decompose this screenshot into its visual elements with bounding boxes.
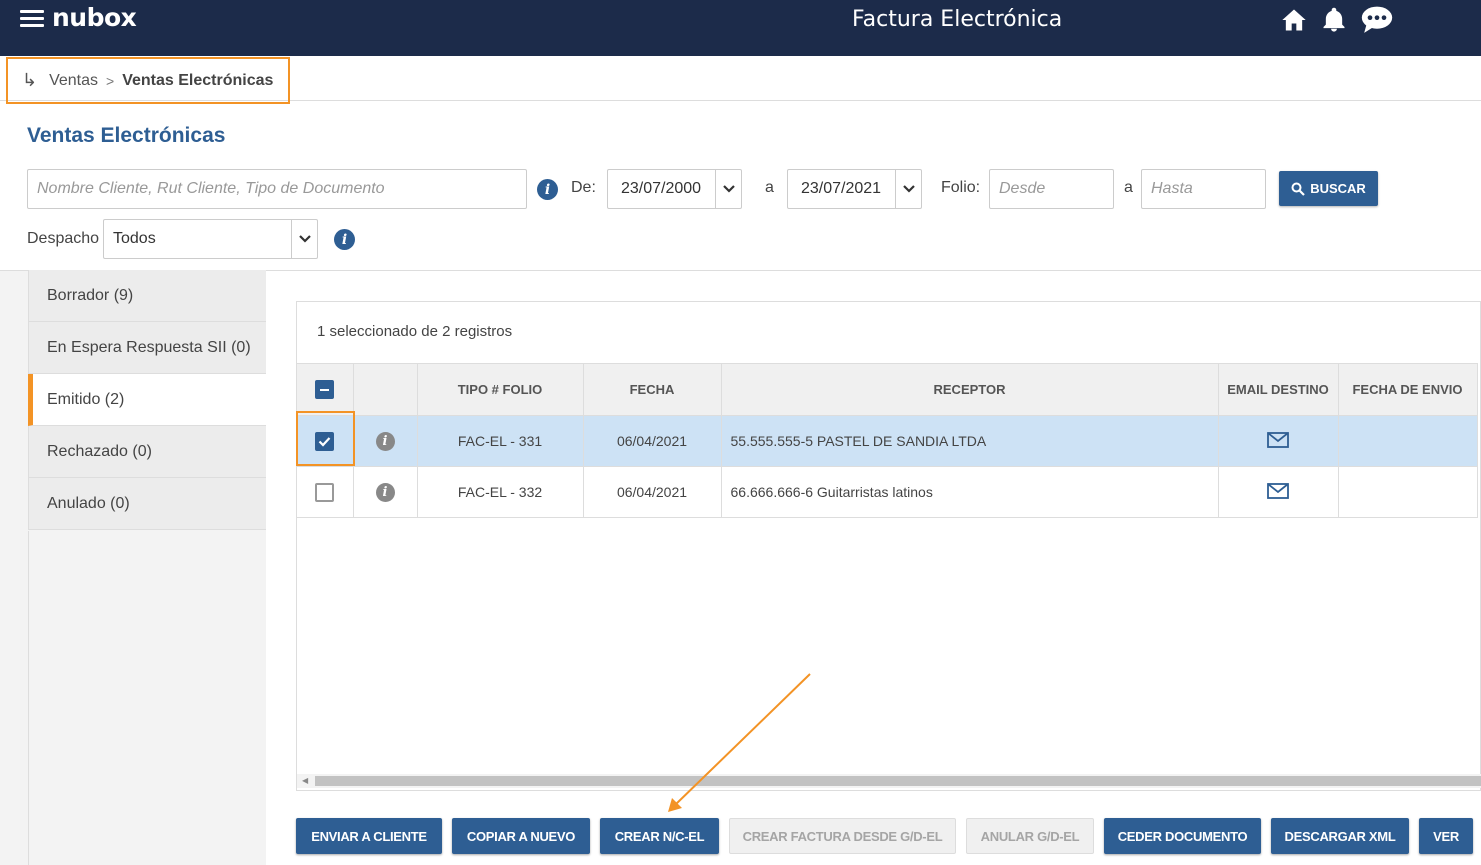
date-to-value: 23/07/2021	[801, 180, 882, 197]
horizontal-scrollbar[interactable]: ◀	[297, 774, 1481, 788]
row-checkbox-cell	[297, 466, 354, 518]
table-row[interactable]: i FAC-EL - 332 06/04/2021 66.666.666-6 G…	[297, 466, 1478, 518]
sidebar-item-borrador[interactable]: Borrador (9)	[28, 270, 266, 322]
sidebar-item-rechazado[interactable]: Rechazado (0)	[28, 426, 266, 478]
row-receptor: 66.666.666-6 Guitarristas latinos	[721, 466, 1219, 518]
breadcrumb: ↳ Ventas > Ventas Electrónicas	[6, 57, 290, 104]
app-title: Factura Electrónica	[852, 7, 1063, 32]
info-column-header	[353, 363, 418, 416]
chevron-down-icon[interactable]	[291, 220, 317, 258]
sidebar-background	[28, 531, 266, 865]
search-button-label: BUSCAR	[1310, 181, 1366, 196]
info-icon[interactable]: i	[537, 179, 558, 200]
info-icon[interactable]: i	[375, 482, 395, 502]
brand-logo[interactable]: nubox	[52, 3, 137, 32]
date-to-label: a	[765, 179, 774, 196]
select-all-checkbox[interactable]	[315, 380, 335, 399]
chat-icon[interactable]	[1360, 6, 1393, 34]
send-to-client-button[interactable]: ENVIAR A CLIENTE	[296, 818, 442, 854]
info-icon[interactable]: i	[334, 229, 355, 250]
breadcrumb-parent[interactable]: Ventas	[49, 72, 98, 90]
row-email-cell	[1218, 466, 1339, 518]
hamburger-menu-icon[interactable]	[20, 10, 44, 28]
row-email-cell	[1218, 415, 1339, 467]
top-bar: nubox Factura Electrónica	[0, 0, 1481, 56]
date-from-label: De:	[571, 179, 596, 196]
view-button[interactable]: VER	[1419, 818, 1473, 854]
column-header-email[interactable]: EMAIL DESTINO	[1218, 363, 1339, 416]
download-xml-button[interactable]: DESCARGAR XML	[1271, 818, 1409, 854]
return-arrow-icon: ↳	[22, 70, 38, 90]
row-folio: FAC-EL - 331	[417, 415, 584, 467]
assign-document-button[interactable]: CEDER DOCUMENTO	[1104, 818, 1261, 854]
annotation-arrow	[668, 673, 811, 812]
despacho-value: Todos	[113, 230, 156, 247]
date-from-picker[interactable]: 23/07/2000	[607, 169, 742, 209]
row-fecha: 06/04/2021	[583, 466, 722, 518]
sidebar-item-emitido[interactable]: Emitido (2)	[28, 374, 266, 426]
chevron-down-icon[interactable]	[715, 170, 741, 208]
status-sidebar: Borrador (9) En Espera Respuesta SII (0)…	[28, 270, 266, 530]
row-fecha-envio	[1338, 466, 1478, 518]
info-icon[interactable]: i	[375, 431, 395, 451]
row-info-cell: i	[353, 466, 418, 518]
breadcrumb-separator: >	[106, 72, 115, 89]
date-from-value: 23/07/2000	[621, 180, 702, 197]
page-title: Ventas Electrónicas	[27, 124, 226, 147]
column-header-fecha-envio[interactable]: FECHA DE ENVIO	[1338, 363, 1478, 416]
column-header-fecha[interactable]: FECHA	[583, 363, 722, 416]
void-gd-button[interactable]: ANULAR G/D-EL	[966, 818, 1094, 854]
folio-label: Folio:	[941, 179, 981, 196]
checkbox-highlight	[296, 411, 355, 466]
row-fecha: 06/04/2021	[583, 415, 722, 467]
chevron-down-icon[interactable]	[895, 170, 921, 208]
search-icon	[1291, 182, 1305, 196]
column-header-folio[interactable]: TIPO # FOLIO	[417, 363, 584, 416]
mail-icon[interactable]	[1267, 431, 1289, 448]
home-icon[interactable]	[1280, 6, 1308, 34]
sidebar-item-en-espera[interactable]: En Espera Respuesta SII (0)	[28, 322, 266, 374]
despacho-select[interactable]: Todos	[103, 219, 318, 259]
despacho-label: Despacho	[27, 230, 100, 247]
mail-icon[interactable]	[1267, 482, 1289, 499]
scrollbar-thumb[interactable]	[315, 776, 1481, 786]
search-input[interactable]: Nombre Cliente, Rut Cliente, Tipo de Doc…	[27, 169, 527, 209]
sidebar-item-anulado[interactable]: Anulado (0)	[28, 478, 266, 530]
copy-to-new-button[interactable]: COPIAR A NUEVO	[452, 818, 590, 854]
date-to-picker[interactable]: 23/07/2021	[787, 169, 922, 209]
breadcrumb-bar: ↳ Ventas > Ventas Electrónicas	[0, 56, 1481, 104]
folio-to-label: a	[1124, 179, 1133, 196]
row-checkbox[interactable]	[315, 482, 335, 502]
breadcrumb-current: Ventas Electrónicas	[122, 71, 274, 89]
documents-panel: 1 seleccionado de 2 registros TIPO # FOL…	[296, 301, 1481, 791]
table-row[interactable]: i FAC-EL - 331 06/04/2021 55.555.555-5 P…	[297, 415, 1478, 467]
folio-to-input[interactable]: Hasta	[1141, 169, 1266, 209]
row-receptor: 55.555.555-5 PASTEL DE SANDIA LTDA	[721, 415, 1219, 467]
scroll-left-icon[interactable]: ◀	[302, 776, 308, 785]
selection-count: 1 seleccionado de 2 registros	[317, 323, 513, 340]
create-invoice-from-gd-button[interactable]: CREAR FACTURA DESDE G/D-EL	[729, 818, 956, 854]
create-credit-note-button[interactable]: CREAR N/C-EL	[600, 818, 719, 854]
row-folio: FAC-EL - 332	[417, 466, 584, 518]
column-header-receptor[interactable]: RECEPTOR	[721, 363, 1219, 416]
table-header-row: TIPO # FOLIO FECHA RECEPTOR EMAIL DESTIN…	[297, 363, 1478, 416]
select-all-header	[297, 363, 354, 416]
folio-from-input[interactable]: Desde	[989, 169, 1114, 209]
row-fecha-envio	[1338, 415, 1478, 467]
bell-icon[interactable]	[1320, 6, 1348, 34]
search-button[interactable]: BUSCAR	[1279, 171, 1378, 206]
row-info-cell: i	[353, 415, 418, 467]
documents-table: TIPO # FOLIO FECHA RECEPTOR EMAIL DESTIN…	[297, 363, 1478, 518]
